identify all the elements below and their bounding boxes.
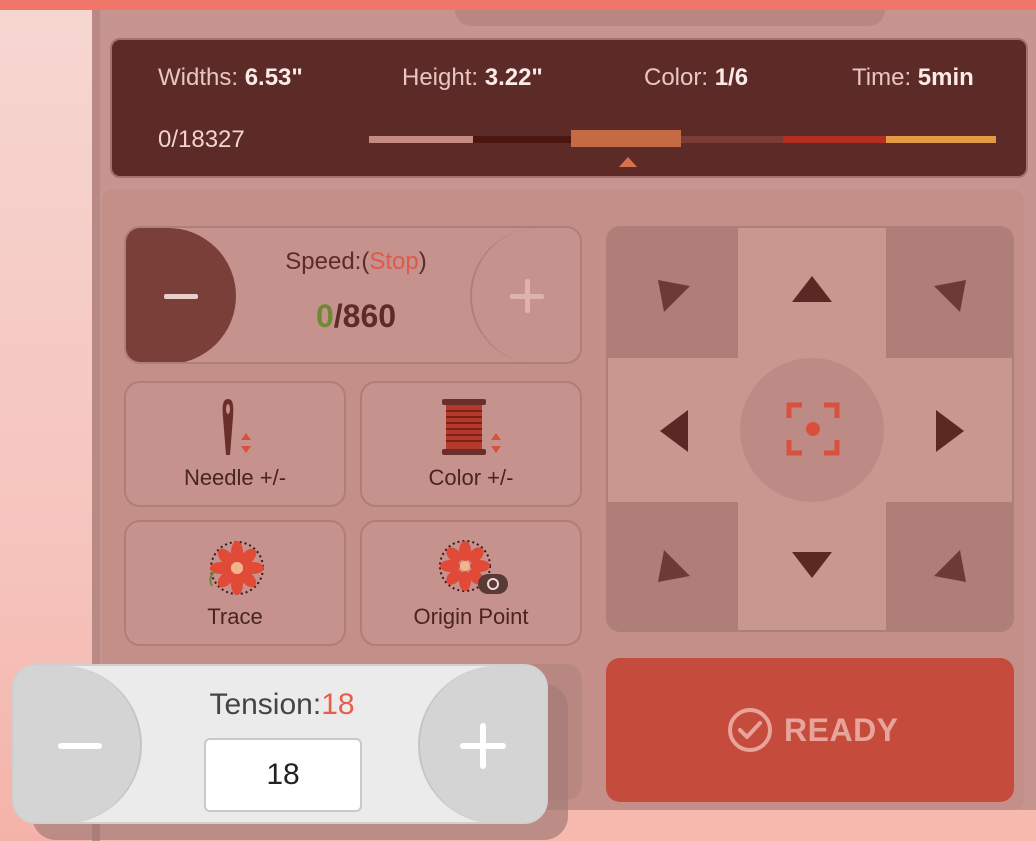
top-accent-strip bbox=[0, 0, 1036, 10]
speed-status: Stop bbox=[369, 248, 419, 275]
plus-icon-vertical bbox=[525, 279, 530, 313]
time-label: Time: bbox=[852, 64, 918, 91]
color-segment-2 bbox=[473, 136, 571, 143]
time-value: 5min bbox=[917, 64, 974, 91]
needle-button-label: Needle +/- bbox=[183, 465, 287, 490]
minus-icon bbox=[164, 294, 198, 299]
speed-current: 0 bbox=[315, 298, 334, 334]
dpad-up-right-button[interactable] bbox=[886, 228, 1012, 358]
color-button[interactable]: Color +/- bbox=[360, 381, 582, 507]
trace-flower-icon bbox=[209, 541, 264, 595]
needle-icon bbox=[222, 399, 251, 455]
needle-button[interactable]: Needle +/- bbox=[124, 381, 346, 507]
direction-pad bbox=[606, 226, 1014, 632]
arrow-up-icon bbox=[792, 276, 832, 302]
color-segment-5 bbox=[783, 136, 886, 143]
origin-flower-icon bbox=[439, 540, 508, 594]
dpad-down-button[interactable] bbox=[740, 502, 884, 630]
tension-decrease-button[interactable] bbox=[14, 666, 142, 822]
color-info: Color: 1/6 bbox=[644, 64, 748, 92]
dpad-left-button[interactable] bbox=[608, 358, 740, 502]
speed-max: /860 bbox=[333, 298, 397, 334]
tension-value: 18 bbox=[321, 688, 355, 721]
arrow-down-left-icon bbox=[658, 550, 690, 582]
trace-button[interactable]: Trace bbox=[124, 520, 346, 646]
height-label: Height: bbox=[402, 64, 485, 91]
top-oval-handle bbox=[455, 10, 885, 26]
arrow-up-left-icon bbox=[658, 280, 690, 312]
time-info: Time: 5min bbox=[852, 64, 974, 92]
trace-button-label: Trace bbox=[207, 604, 263, 629]
center-target-icon bbox=[786, 402, 840, 456]
ready-label: READY bbox=[784, 712, 899, 748]
width-info: Widths: 6.53" bbox=[158, 64, 303, 92]
tension-increase-button[interactable] bbox=[418, 666, 546, 822]
arrow-down-right-icon bbox=[934, 550, 966, 582]
width-label: Widths: bbox=[158, 64, 245, 91]
speed-value: 0/860 bbox=[276, 298, 436, 335]
height-info: Height: 3.22" bbox=[402, 64, 543, 92]
speed-increase-button[interactable] bbox=[470, 228, 580, 362]
speed-decrease-button[interactable] bbox=[126, 228, 236, 362]
stitch-count: 0/18327 bbox=[158, 126, 245, 153]
embroidery-info-bar: Widths: 6.53" Height: 3.22" Color: 1/6 T… bbox=[110, 38, 1028, 178]
speed-label-suffix: ) bbox=[418, 248, 427, 275]
color-segment-3-current[interactable] bbox=[571, 130, 681, 147]
thread-spool-icon bbox=[442, 399, 501, 455]
speed-label: Speed:(Stop) bbox=[276, 248, 436, 276]
arrow-down-icon bbox=[792, 552, 832, 578]
arrow-up-right-icon bbox=[934, 280, 966, 312]
current-color-marker-icon bbox=[619, 157, 637, 167]
plus-icon-vertical bbox=[480, 723, 486, 769]
dpad-down-left-button[interactable] bbox=[608, 502, 738, 630]
arrow-right-icon bbox=[936, 410, 964, 452]
origin-point-button[interactable]: Origin Point bbox=[360, 520, 582, 646]
color-segment-1 bbox=[369, 136, 473, 143]
color-segment-4 bbox=[681, 136, 783, 143]
color-value: 1/6 bbox=[714, 64, 749, 91]
color-label: Color: bbox=[644, 64, 715, 91]
minus-icon bbox=[58, 743, 102, 749]
dpad-center-button[interactable] bbox=[740, 358, 884, 502]
dpad-up-left-button[interactable] bbox=[608, 228, 738, 358]
check-circle-icon bbox=[728, 708, 772, 752]
color-segment-6 bbox=[886, 136, 996, 143]
tension-input[interactable]: 18 bbox=[204, 738, 362, 812]
dpad-down-right-button[interactable] bbox=[886, 502, 1012, 630]
tension-label-text: Tension: bbox=[209, 688, 322, 721]
arrow-left-icon bbox=[660, 410, 688, 452]
tension-label: Tension:18 bbox=[164, 688, 400, 722]
speed-label-prefix: Speed:( bbox=[285, 248, 370, 275]
dpad-right-button[interactable] bbox=[884, 358, 1012, 502]
width-value: 6.53" bbox=[244, 64, 303, 91]
height-value: 3.22" bbox=[484, 64, 543, 91]
dpad-up-button[interactable] bbox=[740, 228, 884, 358]
color-button-label: Color +/- bbox=[428, 465, 514, 490]
ready-button[interactable]: READY bbox=[606, 658, 1014, 802]
speed-control: Speed:(Stop) 0/860 bbox=[124, 226, 582, 364]
tension-popup: Tension:18 18 bbox=[12, 664, 548, 824]
origin-point-button-label: Origin Point bbox=[413, 604, 529, 629]
